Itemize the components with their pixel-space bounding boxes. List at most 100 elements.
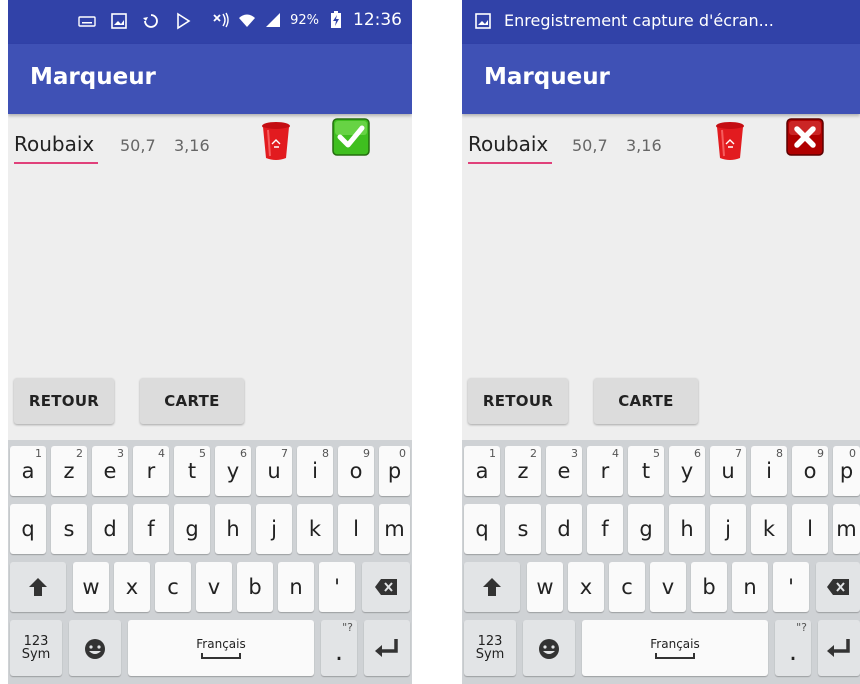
period-key[interactable]: . "? [321, 620, 357, 676]
recording-notification: Enregistrement capture d'écran... [474, 11, 774, 30]
backspace-key[interactable] [362, 562, 410, 612]
key-w[interactable]: w [527, 562, 563, 612]
space-symbol-icon [201, 653, 241, 659]
key-n[interactable]: n [278, 562, 314, 612]
key-v[interactable]: v [650, 562, 686, 612]
key-y[interactable]: y6 [669, 446, 705, 496]
key-f[interactable]: f [133, 504, 169, 554]
key-c[interactable]: c [609, 562, 645, 612]
key-i[interactable]: i8 [751, 446, 787, 496]
key-r[interactable]: r4 [587, 446, 623, 496]
key-s[interactable]: s [505, 504, 541, 554]
emoji-key[interactable] [523, 620, 575, 676]
key-t[interactable]: t5 [174, 446, 210, 496]
status-bar-notification: Enregistrement capture d'écran... [462, 0, 860, 44]
notification-text: Enregistrement capture d'écran... [504, 11, 774, 30]
key-k[interactable]: k [751, 504, 787, 554]
key-p[interactable]: p0 [833, 446, 860, 496]
key-m[interactable]: m [379, 504, 410, 554]
key-r[interactable]: r4 [133, 446, 169, 496]
shift-key[interactable] [10, 562, 66, 612]
enter-icon [827, 639, 850, 657]
symbols-key[interactable]: 123 Sym [464, 620, 516, 676]
key-i[interactable]: i8 [297, 446, 333, 496]
key-c[interactable]: c [155, 562, 191, 612]
marker-content: Roubaix 50,7 3,16 RETOUR CARTE [8, 114, 412, 440]
trash-icon[interactable] [714, 120, 746, 162]
key-h[interactable]: h [215, 504, 251, 554]
key-z[interactable]: z2 [505, 446, 541, 496]
signal-icon [266, 13, 281, 27]
key-apostrophe[interactable]: ' [773, 562, 809, 612]
key-u[interactable]: u7 [256, 446, 292, 496]
close-icon[interactable] [786, 118, 824, 156]
spacebar-key[interactable]: Français [582, 620, 768, 676]
enter-key[interactable] [364, 620, 410, 676]
symbols-key[interactable]: 123 Sym [10, 620, 62, 676]
back-button[interactable]: RETOUR [14, 378, 114, 424]
key-k[interactable]: k [297, 504, 333, 554]
key-u[interactable]: u7 [710, 446, 746, 496]
key-g[interactable]: g [174, 504, 210, 554]
key-p[interactable]: p0 [379, 446, 410, 496]
key-e[interactable]: e3 [92, 446, 128, 496]
key-l[interactable]: l [792, 504, 828, 554]
key-m[interactable]: m [833, 504, 860, 554]
key-w[interactable]: w [73, 562, 109, 612]
key-n[interactable]: n [732, 562, 768, 612]
place-name-input[interactable]: Roubaix [14, 130, 98, 164]
screenshot-icon [475, 12, 491, 29]
key-f[interactable]: f [587, 504, 623, 554]
trash-icon[interactable] [260, 120, 292, 162]
map-button[interactable]: CARTE [594, 378, 698, 424]
key-x[interactable]: x [114, 562, 150, 612]
app-bar: Marqueur [8, 44, 412, 114]
check-icon[interactable] [332, 118, 370, 156]
enter-key[interactable] [818, 620, 860, 676]
key-d[interactable]: d [546, 504, 582, 554]
enter-icon [375, 639, 398, 657]
key-b[interactable]: b [237, 562, 273, 612]
key-y[interactable]: y6 [215, 446, 251, 496]
key-a[interactable]: a1 [464, 446, 500, 496]
latitude-value: 50,7 [120, 136, 156, 155]
refresh-icon [143, 14, 158, 28]
key-z[interactable]: z2 [51, 446, 87, 496]
emoji-icon [539, 639, 559, 659]
shift-key[interactable] [464, 562, 520, 612]
key-e[interactable]: e3 [546, 446, 582, 496]
key-q[interactable]: q [10, 504, 46, 554]
key-q[interactable]: q [464, 504, 500, 554]
place-name-input[interactable]: Roubaix [468, 130, 552, 164]
spacebar-key[interactable]: Français [128, 620, 314, 676]
key-apostrophe[interactable]: ' [319, 562, 355, 612]
key-l[interactable]: l [338, 504, 374, 554]
key-b[interactable]: b [691, 562, 727, 612]
emoji-key[interactable] [69, 620, 121, 676]
app-title: Marqueur [30, 64, 156, 90]
clock: 12:36 [353, 10, 402, 30]
key-s[interactable]: s [51, 504, 87, 554]
key-a[interactable]: a1 [10, 446, 46, 496]
shift-arrow-icon [483, 578, 501, 596]
key-v[interactable]: v [196, 562, 232, 612]
longitude-value: 3,16 [626, 136, 662, 155]
period-key[interactable]: . "? [775, 620, 811, 676]
play-store-icon [177, 12, 191, 30]
emoji-icon [85, 639, 105, 659]
key-t[interactable]: t5 [628, 446, 664, 496]
backspace-key[interactable] [816, 562, 860, 612]
key-d[interactable]: d [92, 504, 128, 554]
app-bar: Marqueur [462, 44, 860, 114]
key-o[interactable]: o9 [792, 446, 828, 496]
key-h[interactable]: h [669, 504, 705, 554]
key-g[interactable]: g [628, 504, 664, 554]
key-j[interactable]: j [256, 504, 292, 554]
map-button[interactable]: CARTE [140, 378, 244, 424]
battery-percent: 92% [290, 12, 319, 28]
key-x[interactable]: x [568, 562, 604, 612]
back-button[interactable]: RETOUR [468, 378, 568, 424]
backspace-icon [827, 579, 849, 595]
key-j[interactable]: j [710, 504, 746, 554]
key-o[interactable]: o9 [338, 446, 374, 496]
